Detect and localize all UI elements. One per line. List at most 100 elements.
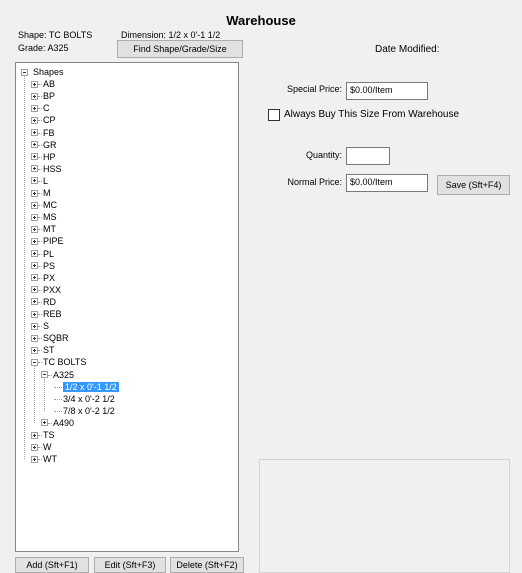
tree-node-bp[interactable]: BP: [43, 90, 55, 102]
tree-node-hss[interactable]: HSS: [43, 163, 62, 175]
expand-icon[interactable]: [31, 177, 38, 185]
edit-button[interactable]: Edit (Sft+F3): [94, 557, 166, 573]
tree-node-rd-label: RD: [43, 296, 56, 307]
special-price-label: Special Price:: [286, 84, 342, 94]
tree-node-m[interactable]: M: [43, 187, 51, 199]
delete-button[interactable]: Delete (Sft+F2): [170, 557, 244, 573]
collapse-icon[interactable]: [41, 371, 48, 378]
tree-node-s[interactable]: S: [43, 320, 49, 332]
tree-node-st[interactable]: ST: [43, 344, 55, 356]
add-button[interactable]: Add (Sft+F1): [15, 557, 89, 573]
expand-icon[interactable]: [31, 129, 38, 136]
expand-icon[interactable]: [31, 286, 38, 294]
collapse-icon[interactable]: [31, 358, 38, 366]
expand-icon[interactable]: [31, 141, 38, 149]
tree-node-cp[interactable]: CP: [43, 114, 56, 126]
expand-icon[interactable]: [31, 225, 38, 233]
expand-icon[interactable]: [31, 104, 38, 112]
tree-node-c[interactable]: C: [43, 102, 50, 114]
tree-node-fb[interactable]: FB: [43, 127, 55, 139]
tree-node-hp[interactable]: HP: [43, 151, 56, 163]
expand-icon[interactable]: [31, 274, 38, 282]
tree-node-pxx-label: PXX: [43, 284, 62, 295]
expand-icon[interactable]: [31, 455, 38, 463]
tree-node-mc[interactable]: MC: [43, 199, 57, 211]
tree-node-a325[interactable]: A325: [53, 369, 74, 381]
expand-icon[interactable]: [31, 250, 38, 257]
expand-icon[interactable]: [31, 92, 38, 100]
expand-icon[interactable]: [41, 419, 48, 427]
tree-node-a490[interactable]: A490: [53, 417, 74, 429]
tree-node-px[interactable]: PX: [43, 272, 55, 284]
tree-node-reb[interactable]: REB: [43, 308, 62, 320]
tree-node-l-label: L: [43, 175, 49, 186]
tree-node-pl[interactable]: PL: [43, 248, 54, 260]
expand-icon[interactable]: [31, 201, 38, 209]
tree-connector: [38, 96, 42, 98]
tree-node-sqbr-label: SQBR: [43, 333, 69, 344]
expand-icon[interactable]: [31, 153, 38, 161]
expand-icon[interactable]: [31, 334, 38, 342]
tree-node-rd[interactable]: RD: [43, 296, 56, 308]
tree-connector: [38, 314, 42, 315]
tree-node-a325-label: A325: [53, 369, 75, 380]
tree-connector: [54, 386, 62, 388]
expand-icon[interactable]: [31, 237, 38, 245]
tree-node-shapes[interactable]: Shapes: [33, 66, 64, 78]
save-button[interactable]: Save (Sft+F4): [437, 175, 510, 195]
always-buy-checkbox[interactable]: [268, 109, 280, 121]
tree-node-size[interactable]: 3/4 x 0'-2 1/2: [63, 393, 115, 405]
collapse-icon[interactable]: [21, 68, 28, 76]
tree-node-sqbr[interactable]: SQBR: [43, 332, 69, 344]
tree-node-pipe[interactable]: PIPE: [43, 235, 64, 247]
tree-connector: [38, 180, 42, 182]
find-shape-button[interactable]: Find Shape/Grade/Size: [117, 40, 243, 58]
tree-node-ps-label: PS: [43, 260, 56, 271]
tree-node-wt[interactable]: WT: [43, 453, 57, 465]
tree-connector: [38, 229, 42, 231]
tree-node-pxx[interactable]: PXX: [43, 284, 61, 296]
tree-node-ms[interactable]: MS: [43, 211, 57, 223]
tree-node-pl-label: PL: [43, 248, 55, 259]
special-price-input[interactable]: $0.00/Item: [346, 82, 428, 100]
tree-node-hp-label: HP: [43, 151, 56, 162]
shape-tree[interactable]: Shapes AB BP C CP FB GR HP HSS L M MC MS MT PIPE PL PS PX…: [15, 62, 239, 552]
quantity-input[interactable]: [346, 147, 390, 165]
expand-icon[interactable]: [31, 165, 38, 173]
tree-node-ab[interactable]: AB: [43, 78, 55, 90]
tree-connector: [38, 338, 42, 340]
tree-node-shapes-label: Shapes: [33, 67, 64, 77]
expand-icon[interactable]: [31, 116, 38, 124]
tree-connector: [38, 301, 42, 303]
shape-value: TC BOLTS: [48, 30, 93, 40]
expand-icon[interactable]: [31, 310, 38, 318]
expand-icon[interactable]: [31, 431, 38, 439]
tree-node-l[interactable]: L: [43, 175, 48, 187]
expand-icon[interactable]: [31, 80, 38, 88]
tree-node-w[interactable]: W: [43, 441, 52, 453]
tree-connector: [38, 205, 42, 207]
tree-node-pipe-label: PIPE: [43, 236, 64, 247]
tree-node-mt[interactable]: MT: [43, 223, 56, 235]
tree-connector: [38, 120, 42, 122]
expand-icon[interactable]: [31, 189, 38, 197]
expand-icon[interactable]: [31, 298, 38, 306]
expand-icon[interactable]: [31, 346, 38, 354]
tree-node-size-label: 7/8 x 0'-2 1/2: [63, 405, 115, 416]
tree-node-c-label: C: [43, 103, 50, 114]
tree-node-tc-bolts[interactable]: TC BOLTS: [43, 356, 86, 368]
tree-node-mt-label: MT: [43, 224, 56, 235]
tree-node-size[interactable]: 1/2 x 0'-1 1/2: [63, 381, 119, 393]
expand-icon[interactable]: [31, 213, 38, 221]
tree-node-gr[interactable]: GR: [43, 139, 57, 151]
tree-node-size[interactable]: 7/8 x 0'-2 1/2: [63, 405, 115, 417]
expand-icon[interactable]: [31, 322, 38, 330]
tree-node-ps[interactable]: PS: [43, 260, 55, 272]
tree-node-ts[interactable]: TS: [43, 429, 55, 441]
tree-connector: [38, 84, 42, 86]
tree-node-ts-label: TS: [43, 430, 55, 440]
tree-connector: [38, 241, 42, 243]
normal-price-input[interactable]: $0.00/Item: [346, 174, 428, 192]
expand-icon[interactable]: [31, 443, 38, 451]
expand-icon[interactable]: [31, 262, 38, 270]
